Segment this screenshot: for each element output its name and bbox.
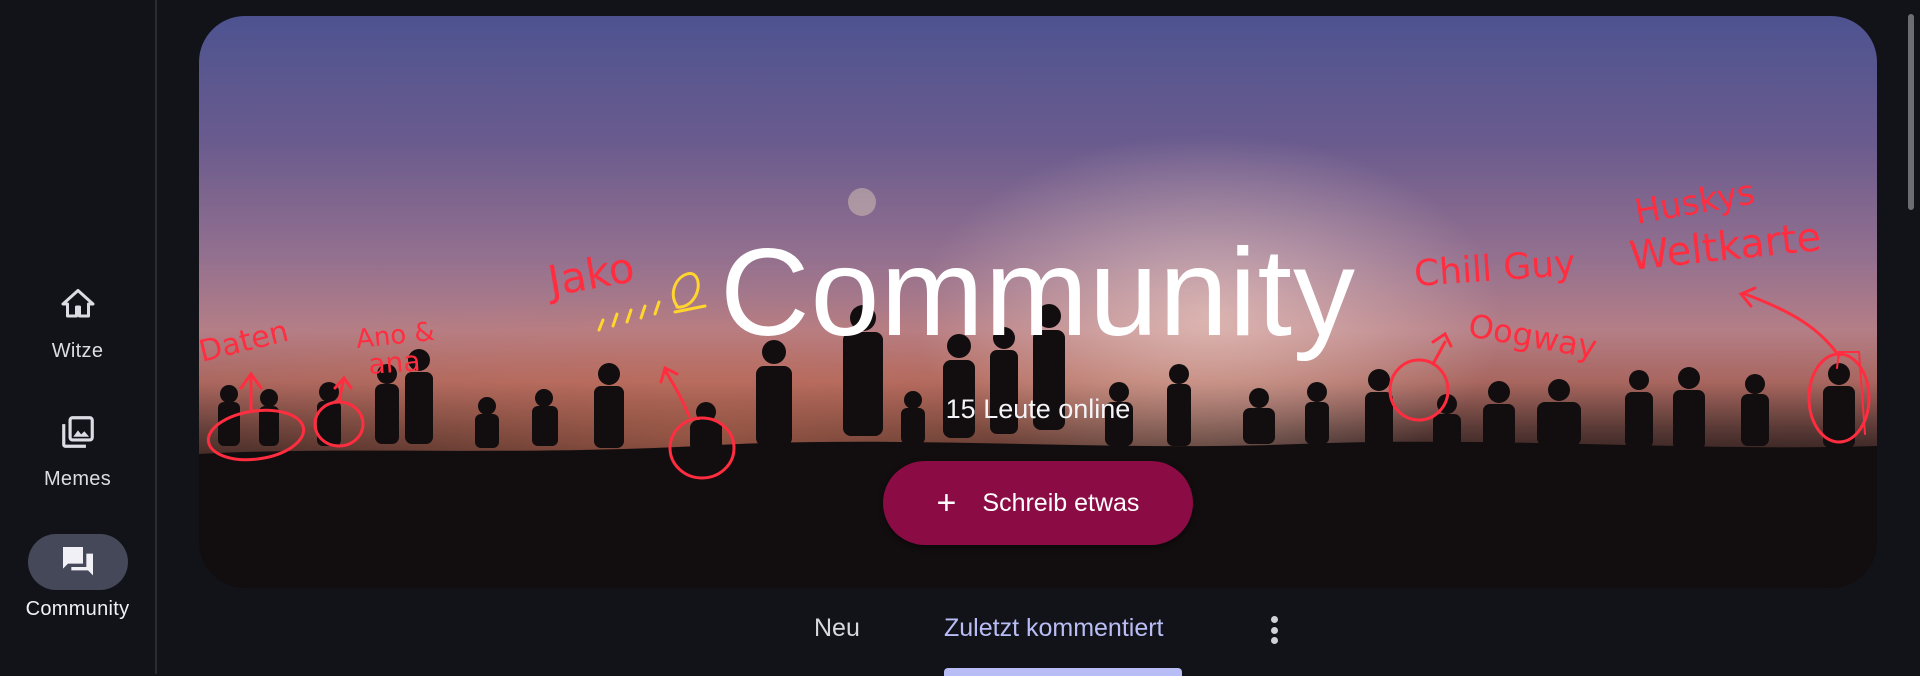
image-gallery-icon bbox=[61, 416, 94, 448]
scrollbar[interactable] bbox=[1908, 14, 1914, 210]
community-hero-banner: Daten Ano & ana Jako Chill Guy Oogway Hu… bbox=[199, 16, 1877, 588]
nav-active-pill bbox=[27, 534, 128, 590]
plus-icon: + bbox=[936, 484, 957, 522]
forum-icon bbox=[62, 547, 93, 576]
navigation-rail: Witze Memes Community bbox=[0, 0, 157, 674]
nav-item-label: Memes bbox=[43, 468, 112, 490]
page-title: Community bbox=[719, 224, 1357, 362]
tab-neu[interactable]: Neu bbox=[814, 614, 860, 643]
tab-zuletzt-kommentiert[interactable]: Zuletzt kommentiert bbox=[944, 614, 1164, 643]
nav-item-witze[interactable]: Witze bbox=[0, 276, 155, 363]
nav-item-label: Witze bbox=[51, 340, 104, 362]
active-tab-indicator bbox=[944, 668, 1182, 676]
write-post-button[interactable]: + Schreib etwas bbox=[883, 461, 1193, 545]
nav-item-community[interactable]: Community bbox=[0, 534, 155, 621]
home-icon bbox=[61, 289, 94, 318]
write-post-label: Schreib etwas bbox=[982, 488, 1140, 517]
more-vert-icon[interactable] bbox=[1262, 612, 1286, 648]
nav-icon-container bbox=[28, 404, 128, 460]
nav-icon-container bbox=[28, 276, 128, 332]
online-count: 15 Leute online bbox=[945, 394, 1131, 424]
nav-item-memes[interactable]: Memes bbox=[0, 404, 155, 491]
sort-tabs: Neu Zuletzt kommentiert bbox=[0, 612, 1920, 676]
